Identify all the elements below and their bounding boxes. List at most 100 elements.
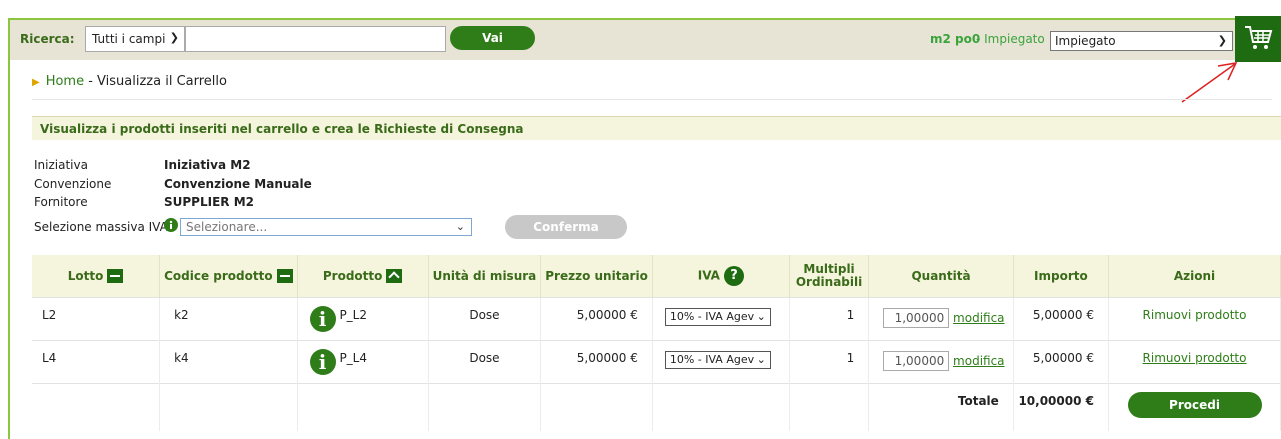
- breadcrumb: ▶ Home - Visualizza il Carrello: [32, 74, 227, 89]
- cell-empty: [789, 382, 870, 431]
- section-title: Visualizza i prodotti inseriti nel carre…: [40, 122, 524, 136]
- cell-importo: 5,00000 €: [1013, 339, 1110, 383]
- chevron-down-icon: ❯: [1217, 34, 1227, 47]
- col-multipli: Multipli Ordinabili: [789, 255, 870, 297]
- cart-icon: [1245, 26, 1273, 49]
- iva-select-value: 10% - IVA Agev: [669, 309, 755, 323]
- cell-importo: 5,00000 €: [1013, 296, 1110, 340]
- cell-procedi: Procedi: [1108, 382, 1281, 431]
- table-header-row: Lotto Codice prodotto Prodotto Unità di …: [32, 255, 1281, 297]
- modify-link[interactable]: modifica: [953, 354, 1005, 368]
- quantity-input[interactable]: 1,00000: [883, 307, 950, 328]
- chevron-down-icon: ⌄: [756, 352, 766, 366]
- header-label: Lotto: [67, 268, 104, 283]
- cell-prodotto: i P_L2: [297, 296, 429, 340]
- divider: [32, 99, 1272, 100]
- header-label: IVA: [697, 268, 720, 283]
- cell-quantita: 1,00000 modifica: [868, 296, 1014, 340]
- cell-azioni: Rimuovi prodotto: [1108, 339, 1281, 383]
- total-value: 10,00000 €: [1013, 382, 1110, 431]
- chevron-down-icon: ❯: [169, 31, 179, 44]
- top-search-bar: Ricerca: Tutti i campi ❯ Vai m2 po0 - Im…: [10, 20, 1235, 60]
- sort-up-icon[interactable]: [386, 269, 403, 283]
- cell-quantita: 1,00000 modifica: [868, 339, 1014, 383]
- cart-button[interactable]: [1235, 16, 1281, 62]
- product-name: P_L4: [339, 350, 367, 365]
- cell-prodotto: i P_L4: [297, 339, 429, 383]
- cell-codice: k2: [159, 296, 298, 340]
- cell-iva: 10% - IVA Agev ⌄: [652, 339, 790, 383]
- header-label: Prodotto: [322, 268, 383, 283]
- cell-empty: [159, 382, 298, 431]
- search-field-value: Tutti i campi: [92, 32, 166, 46]
- search-field-select[interactable]: Tutti i campi ❯: [85, 26, 185, 52]
- search-label: Ricerca:: [20, 32, 75, 46]
- col-codice[interactable]: Codice prodotto: [159, 255, 298, 297]
- help-icon[interactable]: ?: [723, 265, 744, 286]
- cell-empty: [652, 382, 790, 431]
- breadcrumb-current: - Visualizza il Carrello: [88, 74, 227, 89]
- modify-link[interactable]: modifica: [953, 311, 1005, 325]
- col-prodotto[interactable]: Prodotto: [297, 255, 429, 297]
- confirm-button[interactable]: Conferma: [505, 215, 627, 239]
- cell-empty: [428, 382, 542, 431]
- cell-lotto: L4: [32, 339, 161, 383]
- iva-mass-label: Selezione massiva IVA: [34, 220, 168, 234]
- header-label: Codice prodotto: [164, 268, 273, 283]
- cell-unita: Dose: [428, 296, 542, 340]
- info-value: Iniziativa M2: [164, 158, 251, 172]
- sort-icon[interactable]: [107, 269, 124, 283]
- chevron-down-icon: ⌄: [455, 220, 465, 233]
- remove-product-link[interactable]: Rimuovi prodotto: [1143, 351, 1247, 365]
- iva-select[interactable]: 10% - IVA Agev ⌄: [664, 350, 771, 369]
- cell-prezzo: 5,00000 €: [540, 296, 653, 340]
- info-label: Convenzione: [34, 177, 112, 191]
- cell-prezzo: 5,00000 €: [540, 339, 653, 383]
- table-row: L4 k4 i P_L4 Dose 5,00000 € 10% - IVA Ag…: [32, 339, 1281, 383]
- chevron-down-icon: ⌄: [756, 309, 766, 323]
- product-name: P_L2: [339, 307, 367, 322]
- user-name: m2 po0: [930, 32, 981, 46]
- col-importo: Importo: [1013, 255, 1110, 297]
- cart-table: Lotto Codice prodotto Prodotto Unità di …: [32, 255, 1281, 431]
- header-label: Multipli: [803, 261, 855, 276]
- cell-multipli: 1: [789, 296, 870, 340]
- col-prezzo: Prezzo unitario: [540, 255, 653, 297]
- procedi-button[interactable]: Procedi: [1127, 391, 1262, 418]
- cell-unita: Dose: [428, 339, 542, 383]
- info-icon[interactable]: i: [309, 348, 336, 375]
- search-input[interactable]: [185, 26, 446, 52]
- search-go-button[interactable]: Vai: [450, 26, 535, 50]
- quantity-input[interactable]: 1,00000: [883, 350, 950, 371]
- info-icon[interactable]: i: [309, 305, 336, 332]
- total-label: Totale: [868, 382, 1014, 431]
- cell-iva: 10% - IVA Agev ⌄: [652, 296, 790, 340]
- role-select-value: Impiegato: [1055, 34, 1116, 48]
- col-quantita: Quantità: [868, 255, 1014, 297]
- col-lotto[interactable]: Lotto: [32, 255, 161, 297]
- header-label: Ordinabili: [795, 274, 863, 289]
- iva-mass-select[interactable]: Selezionare... ⌄: [180, 218, 472, 236]
- iva-select-value: 10% - IVA Agev: [669, 352, 755, 366]
- cell-multipli: 1: [789, 339, 870, 383]
- breadcrumb-home-link[interactable]: Home: [46, 74, 84, 89]
- info-label: Iniziativa: [34, 158, 88, 172]
- col-iva: IVA?: [652, 255, 790, 297]
- remove-product-link[interactable]: Rimuovi prodotto: [1143, 308, 1247, 322]
- cell-lotto: L2: [32, 296, 161, 340]
- table-row: L2 k2 i P_L2 Dose 5,00000 € 10% - IVA Ag…: [32, 296, 1281, 340]
- col-azioni: Azioni: [1108, 255, 1281, 297]
- cell-codice: k4: [159, 339, 298, 383]
- role-select[interactable]: Impiegato ❯: [1050, 31, 1233, 51]
- user-role-label: - Impiegato: [976, 32, 1045, 46]
- info-value: SUPPLIER M2: [164, 195, 254, 209]
- cell-empty: [540, 382, 653, 431]
- cell-empty: [32, 382, 161, 431]
- info-icon[interactable]: [164, 218, 178, 232]
- iva-select[interactable]: 10% - IVA Agev ⌄: [664, 307, 771, 326]
- table-total-row: Totale 10,00000 € Procedi: [32, 382, 1281, 431]
- sort-icon[interactable]: [276, 269, 293, 283]
- iva-mass-placeholder: Selezionare...: [186, 220, 268, 234]
- cell-azioni: Rimuovi prodotto: [1108, 296, 1281, 340]
- cell-empty: [297, 382, 429, 431]
